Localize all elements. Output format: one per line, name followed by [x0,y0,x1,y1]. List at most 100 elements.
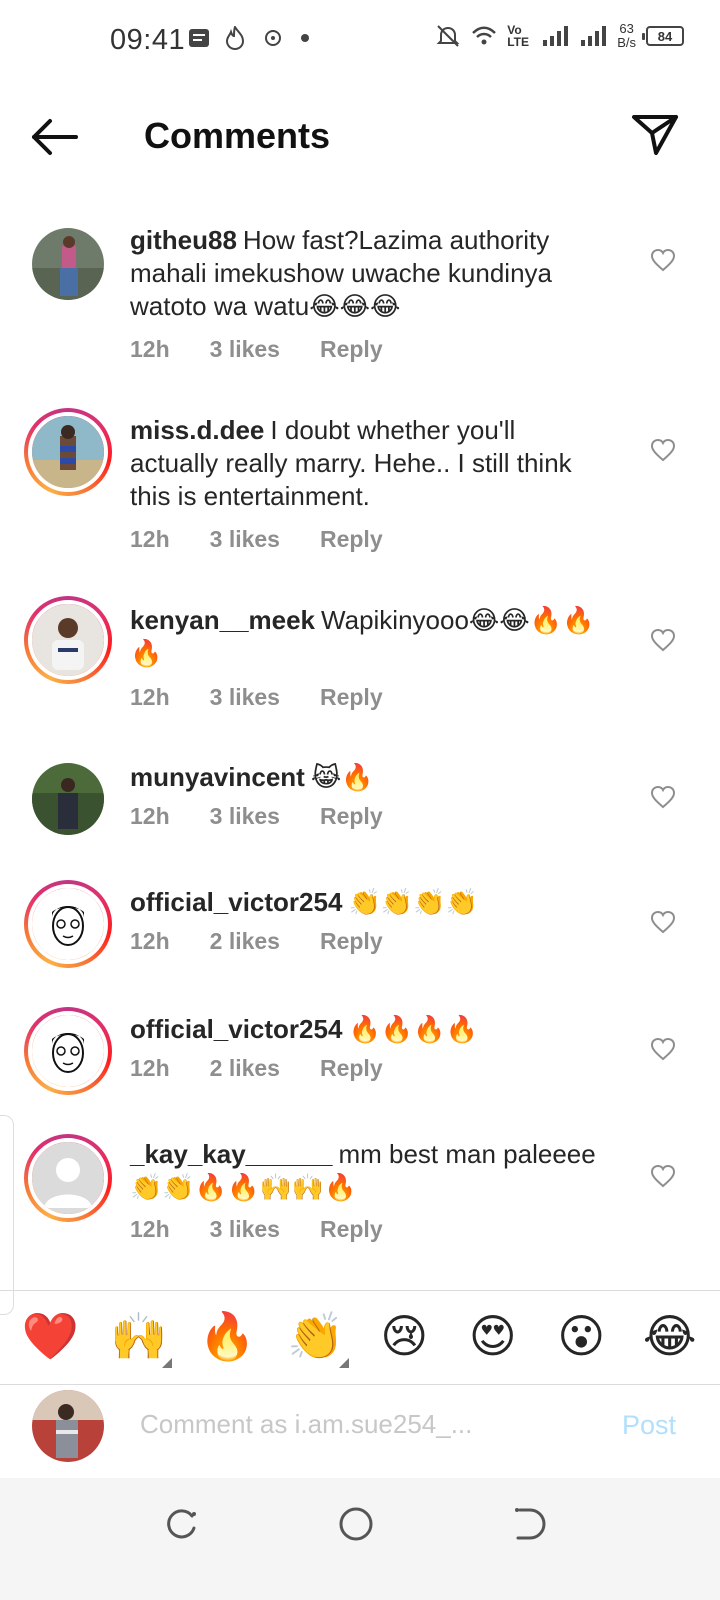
reply-button[interactable]: Reply [320,336,383,363]
avatar-image [32,888,104,960]
avatar[interactable] [24,596,112,684]
home-icon[interactable] [336,1504,376,1544]
comment-username[interactable]: official_victor254 [130,887,342,917]
comment-username[interactable]: kenyan__meek [130,605,315,635]
comment-time: 12h [130,1055,170,1081]
comment-meta: 12h 3 likes Reply [130,336,383,363]
like-heart-icon[interactable] [650,438,676,462]
side-panel-handle[interactable] [0,1115,14,1315]
emoji-raised-hands-button[interactable]: 🙌 [104,1309,174,1368]
like-heart-icon[interactable] [650,628,676,652]
status-right-icons: Vo LTE 63 B/s 84 [435,22,684,50]
comment-time: 12h [130,336,170,362]
skin-tone-indicator-icon [338,1357,349,1368]
comment-likes[interactable]: 3 likes [210,803,280,830]
comment-input[interactable] [140,1402,560,1446]
avatar-image [32,604,104,676]
emoji-surprised-button[interactable]: 😮 [546,1309,616,1363]
share-button[interactable] [630,111,680,157]
comment-likes[interactable]: 2 likes [210,1055,280,1082]
recent-apps-icon[interactable] [162,1504,202,1544]
reply-button[interactable]: Reply [320,684,383,711]
send-icon [632,115,678,155]
back-button[interactable] [30,117,80,157]
arrow-left-icon [32,119,78,155]
comment-text: _kay_kay______ mm best man paleeee 👏👏🔥🔥🙌🙌… [130,1138,610,1204]
comment-meta: 12h 3 likes Reply [130,684,383,711]
comment-meta: 12h 2 likes Reply [130,928,383,955]
emoji-fire-button[interactable]: 🔥 [192,1309,262,1364]
app-icon [265,30,281,46]
comment-username[interactable]: official_victor254 [130,1014,342,1044]
current-user-avatar [32,1390,104,1462]
avatar-image [32,416,104,488]
comment-meta: 12h 2 likes Reply [130,1055,383,1082]
comment-meta: 12h 3 likes Reply [130,1216,383,1243]
emoji-laughing-button[interactable]: 😂 [635,1309,705,1363]
avatar[interactable] [32,763,104,835]
comment-text: miss.d.dee I doubt whether you'll actuall… [130,414,610,513]
post-button[interactable]: Post [622,1410,676,1441]
avatar[interactable] [24,1134,112,1222]
comment-body: 😹🔥 [310,762,374,792]
like-heart-icon[interactable] [650,910,676,934]
comment-time: 12h [130,928,170,954]
avatar-image [32,228,104,300]
emoji-clap-button[interactable]: 👏 [281,1309,351,1368]
comment-username[interactable]: githeu88 [130,225,237,255]
status-time: 09:41 [110,24,186,56]
comment-text: githeu88 How fast?Lazima authority mahali… [130,224,610,323]
avatar[interactable] [32,228,104,300]
comment-username[interactable]: munyavincent [130,762,305,792]
comment-text: official_victor254 🔥🔥🔥🔥 [130,1013,610,1046]
reply-button[interactable]: Reply [320,1055,383,1082]
comment-username[interactable]: miss.d.dee [130,415,264,445]
avatar-image [32,1015,104,1087]
network-speed: 63 B/s [617,22,636,50]
reply-button[interactable]: Reply [320,803,383,830]
comment-likes[interactable]: 3 likes [210,684,280,711]
like-heart-icon[interactable] [650,248,676,272]
comment-body: 👏👏👏👏 [348,887,478,917]
avatar[interactable] [24,1007,112,1095]
avatar[interactable] [24,408,112,496]
status-notification-icons [188,26,310,50]
comment-likes[interactable]: 2 likes [210,928,280,955]
emoji-heart-eyes-button[interactable]: 😍 [458,1309,528,1363]
status-bar: 09:41 Vo LTE 63 B/s 84 [0,0,720,80]
comment-composer: Post [0,1378,720,1478]
back-nav-icon[interactable] [508,1504,548,1544]
comment-text: official_victor254 👏👏👏👏 [130,886,610,919]
message-icon [189,29,209,47]
comment-time: 12h [130,526,170,552]
like-heart-icon[interactable] [650,1164,676,1188]
app-header: Comments [0,95,720,175]
avatar-image [32,1390,104,1462]
emoji-clap: 👏 [287,1309,345,1362]
speed-value: 63 [619,21,634,36]
emoji-raised-hands: 🙌 [110,1309,168,1362]
network-label: Vo LTE [507,23,529,49]
comment-time: 12h [130,803,170,829]
skin-tone-indicator-icon [161,1357,172,1368]
emoji-heart-button[interactable]: ❤️ [15,1309,85,1364]
comment-body: 🔥🔥🔥🔥 [348,1014,478,1044]
like-heart-icon[interactable] [650,785,676,809]
like-heart-icon[interactable] [650,1037,676,1061]
comment-text: kenyan__meek Wapikinyooo😂😂🔥🔥🔥 [130,604,610,670]
mute-bell-icon [436,25,460,47]
comment-username[interactable]: _kay_kay______ [130,1139,332,1169]
reply-button[interactable]: Reply [320,526,383,553]
comment-time: 12h [130,684,170,710]
reply-button[interactable]: Reply [320,1216,383,1243]
comment-meta: 12h 3 likes Reply [130,803,383,830]
comment-likes[interactable]: 3 likes [210,526,280,553]
comment-likes[interactable]: 3 likes [210,1216,280,1243]
battery-indicator: 84 [642,26,684,46]
reply-button[interactable]: Reply [320,928,383,955]
emoji-crying-button[interactable]: 😢 [369,1309,439,1363]
avatar[interactable] [24,880,112,968]
comment-meta: 12h 3 likes Reply [130,526,383,553]
comment-likes[interactable]: 3 likes [210,336,280,363]
wifi-icon [472,26,497,45]
